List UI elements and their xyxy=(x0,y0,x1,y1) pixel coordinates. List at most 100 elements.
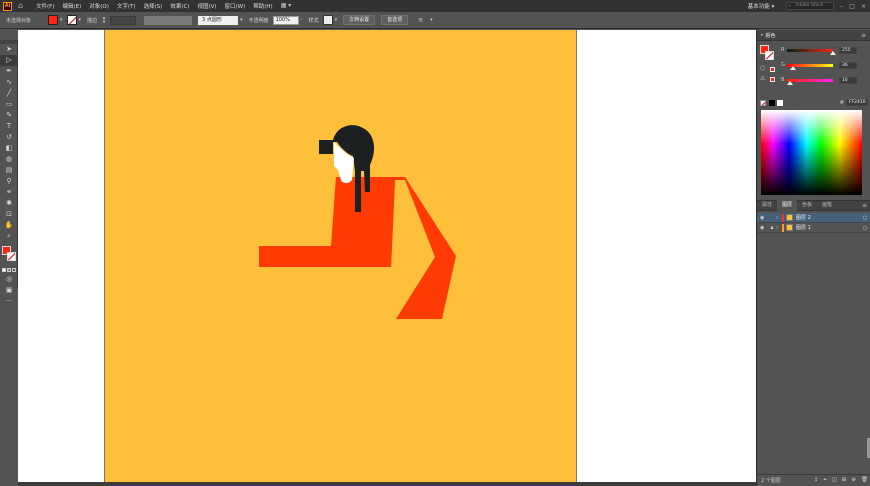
variable-width-profile[interactable] xyxy=(144,15,193,25)
menu-window[interactable]: 窗口(W) xyxy=(225,2,246,10)
red-slider-thumb[interactable] xyxy=(830,50,836,55)
line-tool-icon[interactable]: ╱ xyxy=(0,88,18,99)
target-icon[interactable]: ○ xyxy=(863,215,867,221)
delete-icon[interactable]: 🗑︎ xyxy=(861,477,868,484)
draw-mode-icon[interactable]: ◎ xyxy=(0,274,18,285)
stroke-box[interactable] xyxy=(7,252,16,261)
none-mode-button[interactable] xyxy=(11,268,16,272)
tab-properties[interactable]: 属性 xyxy=(757,200,777,211)
maximize-icon[interactable]: □ xyxy=(849,3,855,10)
stroke-weight-field[interactable] xyxy=(110,15,137,25)
blue-channel-slider[interactable] xyxy=(786,78,833,85)
selection-tool-icon[interactable]: ➤ xyxy=(0,44,18,55)
web-safe-swatch[interactable] xyxy=(770,67,775,72)
panel-stroke-swatch[interactable] xyxy=(765,51,774,60)
none-swatch[interactable] xyxy=(760,99,766,106)
menu-file[interactable]: 文件(F) xyxy=(36,2,54,10)
rectangle-tool-icon[interactable]: ▭ xyxy=(0,99,18,110)
hex-value-field[interactable]: FF2410 xyxy=(846,99,868,106)
type-tool-icon[interactable]: T xyxy=(0,121,18,132)
document-canvas[interactable] xyxy=(18,30,756,482)
white-swatch[interactable] xyxy=(777,99,783,106)
pen-tool-icon[interactable]: ✒ xyxy=(0,66,18,77)
shape-builder-tool-icon[interactable]: ◍ xyxy=(0,154,18,165)
layer-row[interactable]: ◉ › 图层 2 ○ xyxy=(757,213,870,223)
stock-search-input[interactable]: ⌕ Adobe Stock xyxy=(786,2,835,10)
menu-select[interactable]: 选择(S) xyxy=(144,2,163,10)
gradient-mode-button[interactable] xyxy=(6,268,11,272)
close-icon[interactable]: × xyxy=(861,3,866,10)
blend-tool-icon[interactable]: ⚭ xyxy=(0,187,18,198)
figure-body-shape[interactable] xyxy=(331,177,456,319)
zoom-tool-icon[interactable]: ⌕ xyxy=(0,231,18,242)
menu-type[interactable]: 文字(T) xyxy=(117,2,136,10)
preferences-button[interactable]: 首选项 xyxy=(381,15,409,25)
minimize-icon[interactable]: – xyxy=(840,3,843,10)
rotate-tool-icon[interactable]: ↺ xyxy=(0,132,18,143)
symbol-sprayer-tool-icon[interactable]: ✺ xyxy=(0,198,18,209)
menu-effect[interactable]: 效果(C) xyxy=(170,2,189,10)
opacity-field[interactable]: 100% xyxy=(272,15,299,25)
chevron-down-icon[interactable]: ▾ xyxy=(60,17,63,23)
green-channel-slider[interactable] xyxy=(787,63,833,70)
tab-brushes[interactable]: 画笔 xyxy=(817,200,837,211)
layer-name[interactable]: 图层 2 xyxy=(796,214,811,221)
layer-name[interactable]: 图层 1 xyxy=(796,224,811,231)
workspace-switcher[interactable]: 基本功能 ▾ xyxy=(748,2,775,10)
horizontal-scrollbar[interactable] xyxy=(18,482,756,486)
eye-icon[interactable]: ◉ xyxy=(760,225,768,231)
menu-view[interactable]: 视图(V) xyxy=(197,2,216,10)
chevron-down-icon[interactable]: ▾ xyxy=(430,17,433,23)
locate-object-icon[interactable]: ⌖ xyxy=(823,477,826,484)
menu-help[interactable]: 帮助(H) xyxy=(253,2,272,10)
color-mode-button[interactable] xyxy=(1,268,6,272)
stroke-color-swatch[interactable] xyxy=(66,15,77,25)
blue-slider-thumb[interactable] xyxy=(786,80,793,85)
collapse-icon[interactable]: ▸ xyxy=(761,32,764,38)
arrange-documents-icon[interactable]: ▦ ▾ xyxy=(281,2,295,10)
clipping-mask-icon[interactable]: ◫ xyxy=(832,477,837,484)
color-spectrum[interactable] xyxy=(761,110,862,195)
menu-object[interactable]: 对象(O) xyxy=(89,2,109,10)
eyedropper-tool-icon[interactable]: ⚲ xyxy=(0,176,18,187)
chevron-down-icon[interactable]: ▾ xyxy=(79,17,82,23)
blue-value-field[interactable]: 16 xyxy=(839,76,857,84)
screen-mode-icon[interactable]: ▣ xyxy=(0,285,18,296)
tab-swatches[interactable]: 色板 xyxy=(797,200,817,211)
red-channel-slider[interactable] xyxy=(787,48,836,55)
chevron-down-icon[interactable]: ▾ xyxy=(335,17,338,23)
color-panel-tab[interactable]: 颜色 xyxy=(766,32,776,39)
more-tools-icon[interactable]: ··· xyxy=(0,296,18,307)
fill-stroke-widget[interactable] xyxy=(0,244,17,266)
panel-menu-icon[interactable]: ≡ xyxy=(862,202,867,209)
layer-row[interactable]: ◉ 🔒︎ › 图层 1 ○ xyxy=(757,223,870,233)
export-icon[interactable]: ⇪ xyxy=(814,477,819,484)
brush-definition-select[interactable]: 3 点圆形 xyxy=(198,15,239,25)
new-layer-icon[interactable]: ⊕ xyxy=(851,477,856,484)
tab-layers[interactable]: 图层 xyxy=(777,200,798,211)
graphic-style-swatch[interactable] xyxy=(322,15,333,25)
artboard-tool-icon[interactable]: ⊡ xyxy=(0,209,18,220)
gamut-swatch[interactable] xyxy=(770,77,775,82)
hand-tool-icon[interactable]: ✋ xyxy=(0,220,18,231)
chevron-down-icon[interactable]: ▾ xyxy=(240,17,243,23)
artboard[interactable] xyxy=(104,30,577,482)
gradient-tool-icon[interactable]: ▤ xyxy=(0,165,18,176)
green-value-field[interactable]: 36 xyxy=(839,61,857,69)
target-icon[interactable]: ○ xyxy=(863,225,867,231)
document-setup-button[interactable]: 文档设置 xyxy=(343,15,376,25)
chevron-right-icon[interactable]: › xyxy=(301,17,303,23)
out-of-web-icon[interactable]: ⬡ xyxy=(760,65,768,73)
arrange-icon[interactable]: ⚟ xyxy=(418,17,428,24)
curvature-tool-icon[interactable]: ∿ xyxy=(0,77,18,88)
menu-edit[interactable]: 编辑(E) xyxy=(62,2,81,10)
eraser-tool-icon[interactable]: ◧ xyxy=(0,143,18,154)
direct-selection-tool-icon[interactable]: ▷ xyxy=(0,55,18,66)
fill-color-swatch[interactable] xyxy=(48,15,58,25)
eye-icon[interactable]: ◉ xyxy=(760,215,768,221)
stroke-weight-stepper[interactable]: ▴ ▾ xyxy=(100,15,108,25)
lock-icon[interactable]: 🔒︎ xyxy=(768,225,776,231)
green-slider-thumb[interactable] xyxy=(790,65,797,70)
new-sublayer-icon[interactable]: ⊞ xyxy=(842,477,847,484)
panel-menu-icon[interactable]: ≡ xyxy=(861,32,866,39)
